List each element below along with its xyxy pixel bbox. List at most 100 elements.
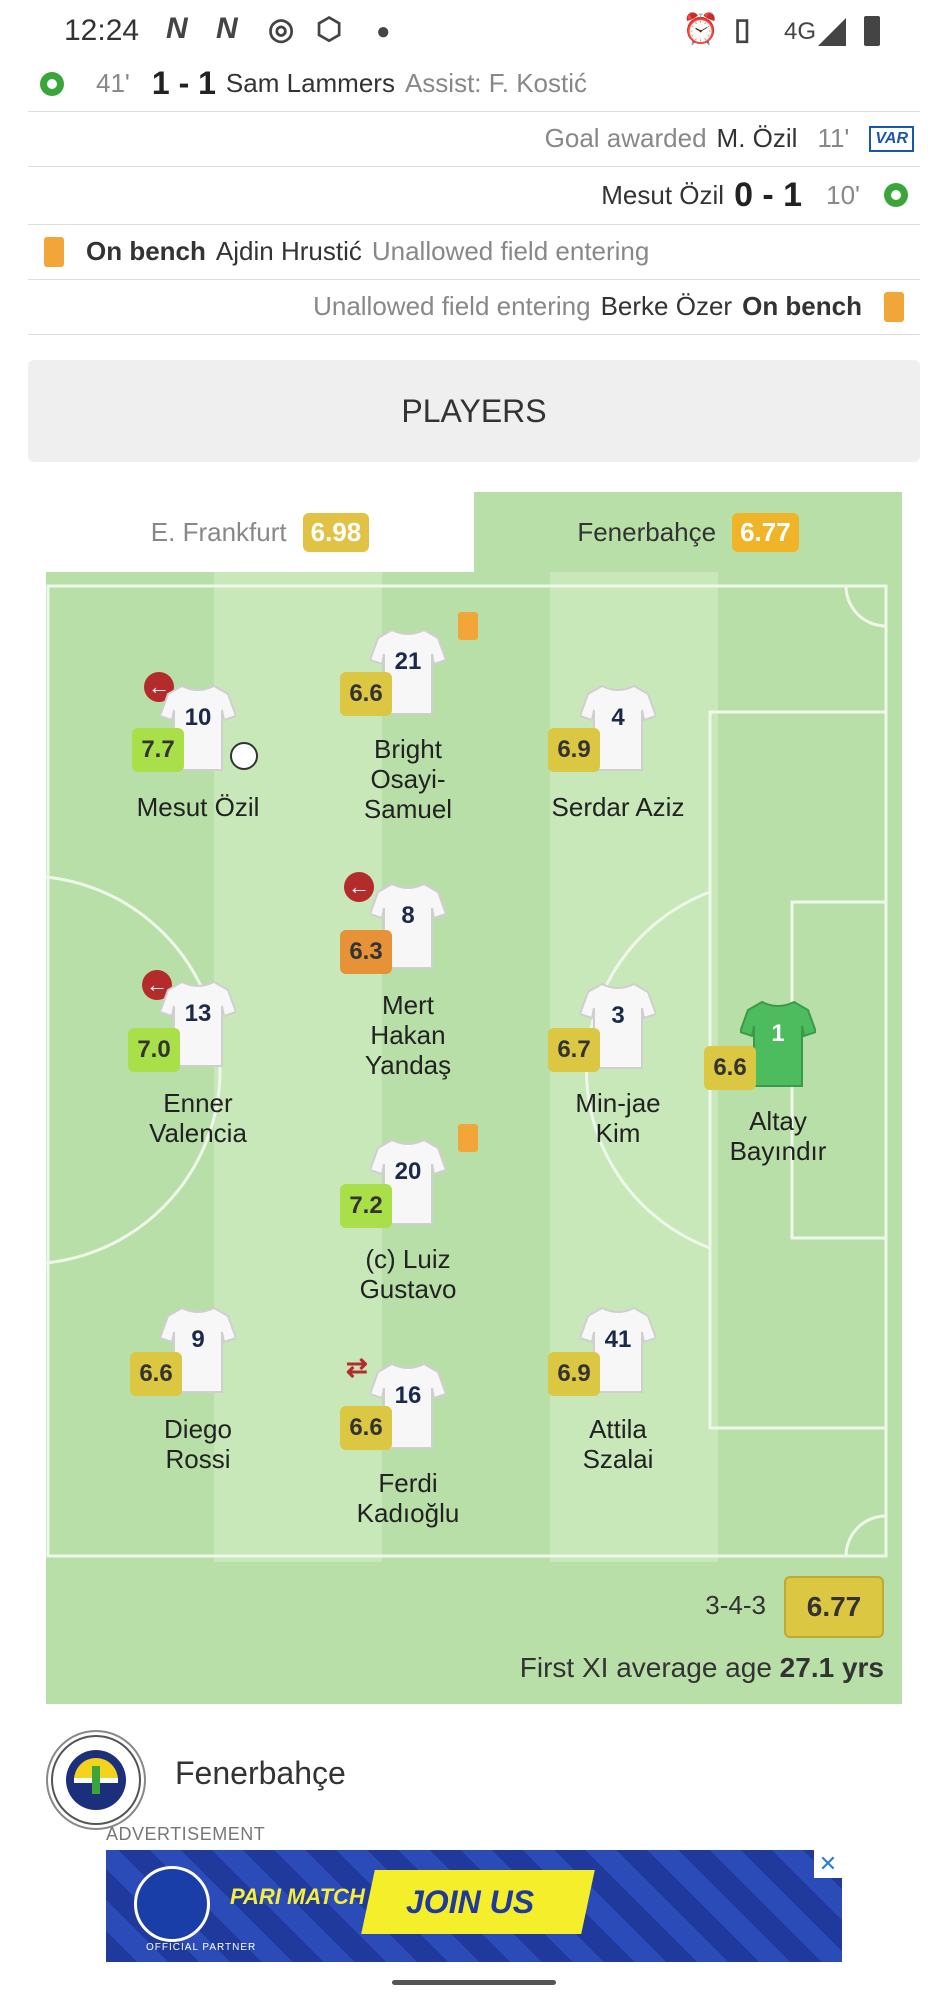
substitution-in-icon: ⇄: [346, 1352, 368, 1382]
player-name: Min-jae Kim: [575, 1088, 661, 1148]
player-rating: 6.6: [340, 672, 392, 716]
yellow-card-icon: [44, 236, 64, 267]
player-rating: 6.7: [548, 1028, 600, 1072]
yellow-card-icon: [458, 612, 478, 640]
tab-fenerbahce[interactable]: Fenerbahçe 6.77: [474, 492, 902, 572]
app-notification-icon: N: [216, 12, 238, 45]
yellow-card-icon: [458, 1124, 478, 1152]
shirt-number: 41: [604, 1326, 632, 1353]
home-indicator[interactable]: [392, 1980, 556, 1985]
player-card[interactable]: 41 6.9 Attila Szalai: [518, 1306, 718, 1474]
vibrate-icon: ▯: [734, 13, 751, 46]
shirt-number: 1: [771, 1020, 785, 1047]
app-notification-icon: N: [166, 12, 188, 45]
event-player: Mesut Özil: [601, 179, 725, 210]
player-name: Mesut Özil: [136, 792, 260, 822]
pitch: ← 10 7.7 Mesut Özil 21 6.6 Bright Osayi-…: [46, 572, 902, 1704]
tab-team-name: Fenerbahçe: [577, 516, 717, 547]
event-player: M. Özil: [716, 123, 798, 153]
player-card[interactable]: ⇄ 16 6.6 Ferdi Kadıoğlu: [308, 1352, 508, 1528]
team-rating-badge: 6.98: [302, 512, 370, 552]
goal-ball-icon: [230, 742, 258, 770]
player-name: Attila Szalai: [582, 1414, 654, 1474]
event-minute: 11': [817, 123, 850, 153]
goal-ball-icon: [40, 71, 64, 96]
player-name: Mert Hakan Yandaş: [364, 990, 452, 1080]
player-rating: 6.3: [340, 930, 392, 974]
yellow-card-icon: [884, 291, 904, 322]
event-reason: Unallowed field entering: [371, 236, 650, 266]
event-row-goal[interactable]: Mesut Özil 0 - 1 10': [28, 166, 920, 225]
shirt-number: 3: [611, 1002, 625, 1029]
average-age-row: First XI average age 27.1 yrs: [520, 1652, 884, 1684]
average-age-value: 27.1 yrs: [779, 1652, 884, 1683]
var-icon: VAR: [869, 125, 914, 152]
player-card[interactable]: ← 8 6.3 Mert Hakan Yandaş: [308, 872, 508, 1080]
players-section-header: PLAYERS: [28, 360, 920, 462]
network-type: 4G: [784, 18, 817, 45]
event-minute: 41': [96, 68, 130, 98]
ad-brand: PARI MATCH: [230, 1884, 365, 1909]
player-rating: 7.2: [340, 1184, 392, 1228]
shirt-number: 8: [401, 902, 415, 929]
player-name: Enner Valencia: [149, 1088, 247, 1148]
player-name: Diego Rossi: [164, 1414, 232, 1474]
ad-close-icon[interactable]: ✕: [814, 1850, 842, 1878]
player-card[interactable]: 4 6.9 Serdar Aziz: [518, 684, 718, 822]
event-row-goal[interactable]: 41' 1 - 1 Sam Lammers Assist: F. Kostić: [28, 56, 920, 112]
player-rating: 6.9: [548, 1352, 600, 1396]
player-rating: 7.7: [132, 728, 184, 772]
club-logo-icon: [134, 1866, 210, 1942]
player-name: Ferdi Kadıoğlu: [356, 1468, 460, 1528]
event-status: On bench: [742, 291, 862, 321]
event-minute: 10': [826, 179, 860, 210]
player-card[interactable]: 1 6.6 Altay Bayındır: [678, 1000, 878, 1166]
player-card[interactable]: ← 13 7.0 Enner Valencia: [98, 970, 298, 1148]
player-card[interactable]: 9 6.6 Diego Rossi: [98, 1306, 298, 1474]
event-detail: Assist: F. Kostić: [404, 68, 588, 98]
clock: 12:24: [64, 14, 140, 47]
player-name: Altay Bayındır: [729, 1106, 827, 1166]
player-card[interactable]: ← 10 7.7 Mesut Özil: [98, 672, 298, 822]
player-name: Serdar Aziz: [551, 792, 685, 822]
player-rating: 6.6: [340, 1406, 392, 1450]
shirt-number: 13: [184, 1000, 212, 1027]
team-average-rating: 6.77: [784, 1576, 884, 1638]
event-status: On bench: [86, 236, 206, 266]
event-row-var[interactable]: Goal awarded M. Özil 11' VAR: [28, 111, 920, 167]
player-rating: 6.9: [548, 728, 600, 772]
shirt-number: 20: [394, 1158, 422, 1185]
advertisement-label: ADVERTISEMENT: [106, 1824, 266, 1844]
average-age-label: First XI average age: [519, 1652, 772, 1683]
event-reason: Unallowed field entering: [313, 291, 591, 321]
formation-label: 3-4-3: [705, 1590, 766, 1620]
cube-icon: ⬡: [316, 13, 343, 46]
tab-team-name: E. Frankfurt: [150, 516, 287, 547]
team-name[interactable]: Fenerbahçe: [175, 1755, 346, 1792]
event-score: 0 - 1: [734, 175, 803, 214]
player-name: (c) Luiz Gustavo: [359, 1244, 457, 1304]
battery-icon: [864, 16, 880, 46]
event-player: Berke Özer: [600, 291, 733, 321]
event-score: 1 - 1: [151, 65, 216, 101]
alarm-icon: ⏰: [682, 13, 720, 46]
event-player: Sam Lammers: [225, 68, 395, 98]
player-card[interactable]: 20 7.2 (c) Luiz Gustavo: [308, 1124, 508, 1304]
tab-e-frankfurt[interactable]: E. Frankfurt 6.98: [46, 492, 474, 572]
player-card[interactable]: 21 6.6 Bright Osayi-Samuel: [308, 612, 508, 824]
ad-cta: JOIN US: [406, 1884, 535, 1920]
player-name: Bright Osayi-Samuel: [363, 734, 453, 824]
player-rating: 7.0: [128, 1028, 180, 1072]
event-row-card[interactable]: Unallowed field entering Berke Özer On b…: [28, 279, 920, 335]
event-player: Ajdin Hrustić: [215, 236, 362, 266]
event-row-card[interactable]: On bench Ajdin Hrustić Unallowed field e…: [28, 224, 920, 280]
shirt-number: 9: [191, 1326, 205, 1353]
dot-icon: ●: [376, 18, 391, 45]
player-rating: 6.6: [130, 1352, 182, 1396]
signal-icon: [818, 18, 846, 46]
ad-banner[interactable]: PARI MATCH JOIN US OFFICIAL PARTNER ✕: [106, 1850, 842, 1962]
team-crest-logo[interactable]: [46, 1730, 146, 1830]
player-rating: 6.6: [704, 1046, 756, 1090]
chrome-icon: ◎: [268, 13, 295, 46]
ad-partner-note: OFFICIAL PARTNER: [146, 1942, 257, 1953]
